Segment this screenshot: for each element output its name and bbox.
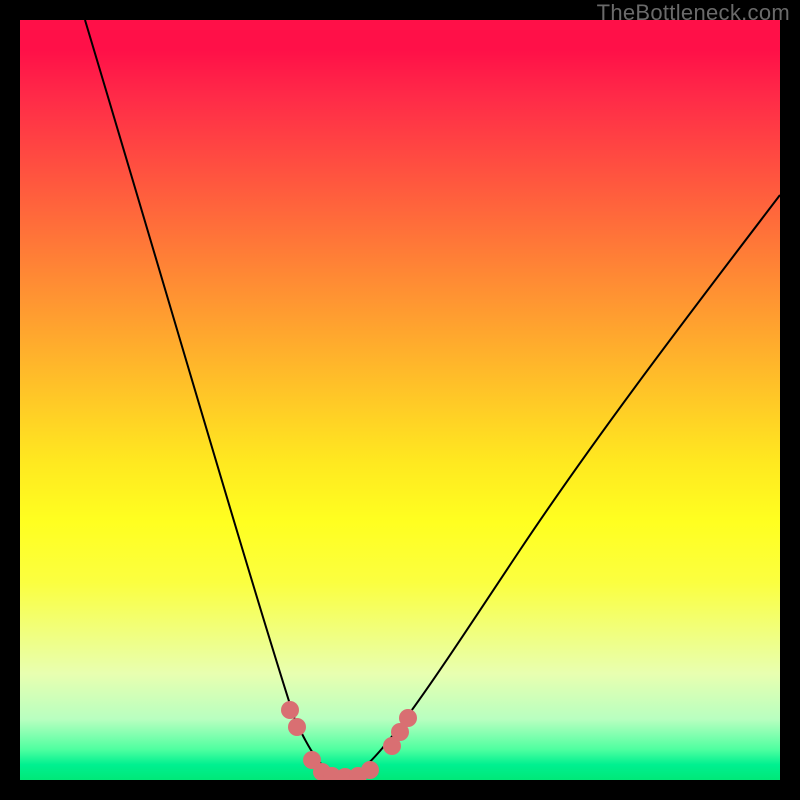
curve-left-arm (85, 20, 340, 777)
curve-right-arm (350, 195, 780, 777)
chart-svg (20, 20, 780, 780)
marker-dot (399, 709, 417, 727)
marker-dot (288, 718, 306, 736)
marker-dot (281, 701, 299, 719)
watermark-text: TheBottleneck.com (597, 0, 790, 26)
chart-plot-area (20, 20, 780, 780)
marker-dot (361, 761, 379, 779)
marker-group (281, 701, 417, 780)
